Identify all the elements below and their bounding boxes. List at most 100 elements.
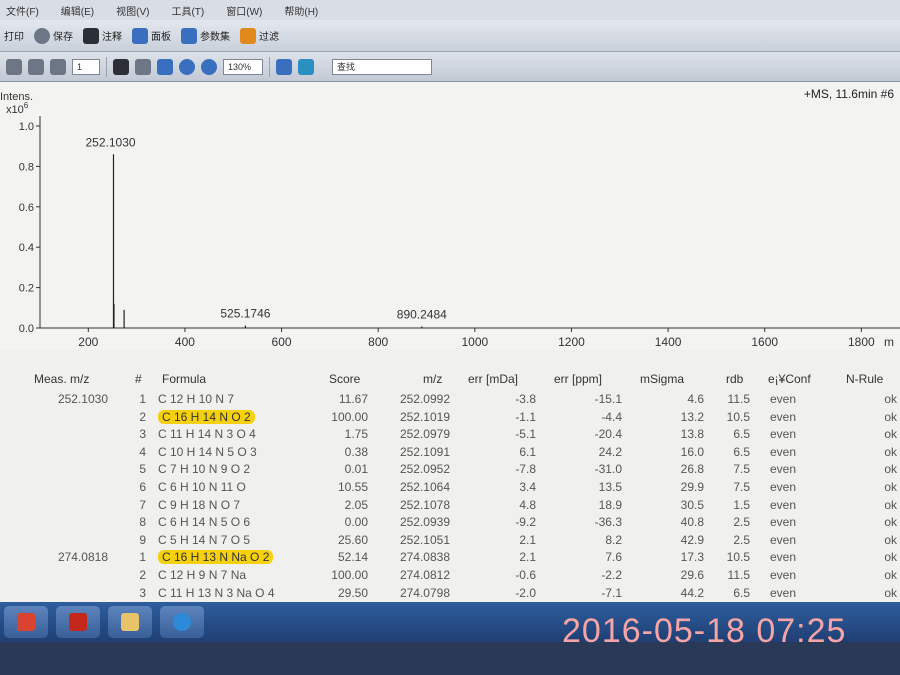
cell-msigma: 13.8 <box>680 427 704 442</box>
table-row[interactable]: 2 C 12 H 9 N 7 Na 100.00 274.0812 -0.6 -2.2 29… <box>0 568 900 586</box>
menu-file[interactable]: 文件(F) <box>6 3 39 18</box>
taskbar-office-button[interactable] <box>4 606 48 638</box>
cell-score: 25.60 <box>337 532 368 547</box>
header-n-rule: N-Rule <box>846 372 884 386</box>
cell-formula: C 9 H 18 N O 7 <box>158 497 241 512</box>
cell-index: 9 <box>139 532 146 547</box>
zoom-out-icon[interactable] <box>179 58 195 75</box>
cell-formula: C 11 H 13 N 3 Na O 4 <box>158 585 275 600</box>
cell-rdb: 10.5 <box>726 409 750 424</box>
cell-msigma: 29.6 <box>680 568 704 582</box>
cell-index: 7 <box>139 497 146 512</box>
panel-icon <box>132 27 148 44</box>
back-icon[interactable] <box>6 58 22 75</box>
folder-icon <box>121 613 139 631</box>
parameter-button[interactable]: 参数集 <box>181 27 230 44</box>
header-index: # <box>135 372 142 386</box>
menu-tools[interactable]: 工具(T) <box>171 3 204 18</box>
cell-n-rule: ok <box>884 480 897 494</box>
peak-label: 890.2484 <box>397 307 447 321</box>
cell-err-ppm: 8.2 <box>605 532 622 547</box>
table-row[interactable]: 8 C 6 H 14 N 5 O 6 0.00 252.0939 -9.2 -36.3 40… <box>0 515 900 533</box>
header-e-conf: e¡¥Conf <box>768 372 811 386</box>
cell-msigma: 30.5 <box>680 497 704 512</box>
zoom-tool-icon[interactable] <box>157 58 173 75</box>
cell-index: 4 <box>139 444 146 459</box>
cell-rdb: 6.5 <box>733 585 750 600</box>
taskbar-browser-button[interactable] <box>160 606 204 638</box>
menu-help[interactable]: 帮助(H) <box>284 3 318 18</box>
cell-index: 5 <box>139 462 146 477</box>
cell-formula: C 16 H 14 N O 2 <box>158 409 255 424</box>
table-row[interactable]: 7 C 9 H 18 N O 7 2.05 252.1078 4.8 18.9 30.5 1.… <box>0 498 900 516</box>
fit-width-icon[interactable] <box>298 58 314 75</box>
search-input[interactable]: 查找 <box>332 58 432 75</box>
filter-button[interactable]: 过滤 <box>240 27 279 44</box>
cell-rdb: 6.5 <box>733 444 750 459</box>
y-tick-label: 0.6 <box>19 202 34 214</box>
cell-rdb: 11.5 <box>727 392 750 406</box>
table-row[interactable]: 274.0818 1 C 16 H 13 N Na O 2 52.14 274.0838… <box>0 550 900 568</box>
taskbar-pdf-button[interactable] <box>56 606 100 638</box>
cell-err-ppm: -2.2 <box>601 568 622 582</box>
print-button[interactable]: 打印 <box>4 28 24 43</box>
cell-mz: 252.0992 <box>399 392 450 406</box>
table-row[interactable]: 252.1030 1 C 12 H 10 N 7 11.67 252.0992 -3.8 -… <box>0 392 900 410</box>
menu-view[interactable]: 视图(V) <box>116 3 149 18</box>
cell-err-mda: 4.8 <box>519 497 536 512</box>
menu-window[interactable]: 窗口(W) <box>226 3 262 18</box>
cell-e-conf: even <box>770 444 797 459</box>
menu-edit[interactable]: 编辑(E) <box>61 3 94 18</box>
cell-formula: C 6 H 14 N 5 O 6 <box>158 515 251 530</box>
cell-formula: C 10 H 14 N 5 O 3 <box>158 444 257 459</box>
cell-mz: 252.1078 <box>399 497 450 512</box>
menu-bar: 文件(F) 编辑(E) 视图(V) 工具(T) 窗口(W) 帮助(H) <box>0 0 900 20</box>
panel-button[interactable]: 面板 <box>132 27 171 44</box>
spectrum-chart: Intens. x106 m 0.00.20.40.60.81.0200 400 6… <box>0 91 900 349</box>
cell-err-ppm: -36.3 <box>594 515 622 530</box>
cell-rdb: 2.5 <box>733 515 750 530</box>
up-icon[interactable] <box>50 58 66 75</box>
cell-msigma: 4.6 <box>687 392 704 406</box>
y-axis-exponent: x106 <box>6 101 29 116</box>
cell-mz: 252.1051 <box>399 532 450 547</box>
taskbar-folder-button[interactable] <box>108 606 152 638</box>
cell-formula: C 6 H 10 N 11 O <box>158 480 246 494</box>
x-tick-label: 400 <box>175 335 195 349</box>
cell-mz: 252.1064 <box>399 480 450 494</box>
cell-err-ppm: -15.1 <box>594 392 622 406</box>
table-row[interactable]: 5 C 7 H 10 N 9 O 2 0.01 252.0952 -7.8 -31.0 26… <box>0 462 900 480</box>
select-tool-icon[interactable] <box>113 58 129 75</box>
x-axis-unit: m <box>884 335 894 349</box>
save-button[interactable]: 保存 <box>34 27 73 44</box>
forward-icon[interactable] <box>28 58 44 75</box>
page-input[interactable]: 1 <box>72 58 100 75</box>
table-row[interactable]: 2 C 16 H 14 N O 2 100.00 252.1019 -1.1 -4.4 13… <box>0 409 900 428</box>
cell-formula: C 11 H 14 N 3 O 4 <box>158 427 256 442</box>
cell-index: 3 <box>139 585 146 600</box>
table-row[interactable]: 9 C 5 H 14 N 7 O 5 25.60 252.1051 2.1 8.2 42.9… <box>0 533 900 551</box>
header-msigma: mSigma <box>640 372 685 386</box>
fit-page-icon[interactable] <box>276 58 292 75</box>
cell-err-mda: -9.2 <box>515 515 536 530</box>
photo-timestamp: 2016-05-18 07:25 <box>562 612 847 650</box>
annotate-button[interactable]: 注释 <box>83 27 122 44</box>
cell-err-mda: -7.8 <box>515 462 536 477</box>
cell-e-conf: even <box>770 568 797 582</box>
cell-rdb: 2.5 <box>733 532 750 547</box>
table-row[interactable]: 3 C 11 H 13 N 3 Na O 4 29.50 274.0798 -2.0 -7… <box>0 586 900 604</box>
hand-tool-icon[interactable] <box>135 58 151 75</box>
table-row[interactable]: 4 C 10 H 14 N 5 O 3 0.38 252.1091 6.1 24.2 16.… <box>0 445 900 463</box>
cell-err-mda: 2.1 <box>519 550 536 565</box>
cell-score: 0.00 <box>344 515 368 530</box>
cell-err-mda: 3.4 <box>519 480 536 494</box>
cell-e-conf: even <box>770 532 797 547</box>
cell-mz: 252.0979 <box>399 427 450 442</box>
table-row[interactable]: 3 C 11 H 14 N 3 O 4 1.75 252.0979 -5.1 -20.4 1… <box>0 427 900 445</box>
zoom-input[interactable]: 130% <box>223 58 263 75</box>
table-row[interactable]: 6 C 6 H 10 N 11 O 10.55 252.1064 3.4 13.5 29.9… <box>0 480 900 498</box>
cell-index: 2 <box>139 409 146 424</box>
zoom-in-icon[interactable] <box>201 58 217 75</box>
spectrum-header: +MS, 11.6min #6 <box>803 87 894 101</box>
cell-score: 100.00 <box>331 409 368 424</box>
